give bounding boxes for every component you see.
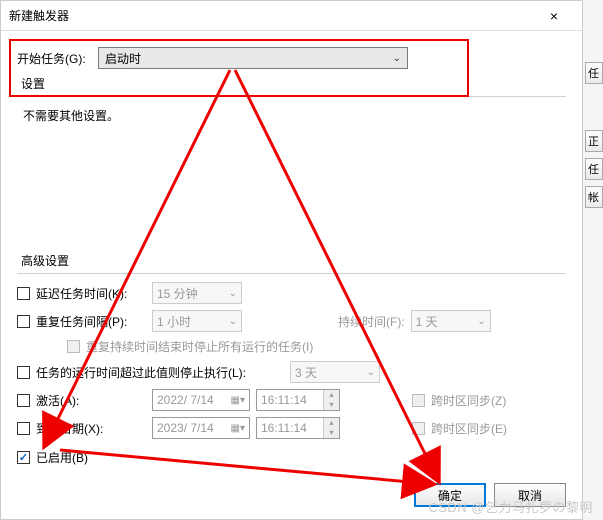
activate-tz-label: 跨时区同步(Z) [431, 392, 506, 409]
expire-label[interactable]: 到期日期(X): [36, 420, 146, 437]
start-task-label: 开始任务(G): [17, 50, 92, 67]
spin-up-icon[interactable]: ▴ [324, 418, 339, 428]
chevron-down-icon: ⌄ [229, 288, 237, 299]
close-icon: × [550, 8, 558, 24]
repeat-interval-value: 1 小时 [157, 313, 191, 330]
activate-time-value: 16:11:14 [257, 393, 323, 407]
chevron-down-icon: ⌄ [229, 316, 237, 327]
duration-value: 1 天 [416, 313, 438, 330]
calendar-icon: ▦▾ [231, 423, 245, 434]
stop-all-checkbox [67, 340, 80, 353]
chevron-down-icon: ⌄ [367, 367, 375, 378]
expire-tz-checkbox [412, 422, 425, 435]
spin-up-icon[interactable]: ▴ [324, 390, 339, 400]
dialog-content: 开始任务(G): 启动时 ⌄ 设置 不需要其他设置。 高级设置 延迟任务时间(K… [1, 31, 582, 519]
ok-button-label: 确定 [438, 487, 462, 504]
repeat-interval-combo[interactable]: 1 小时 ⌄ [152, 310, 242, 332]
activate-time[interactable]: 16:11:14 ▴▾ [256, 389, 340, 411]
settings-divider [17, 96, 566, 97]
delay-label[interactable]: 延迟任务时间(K): [36, 285, 146, 302]
expire-time[interactable]: 16:11:14 ▴▾ [256, 417, 340, 439]
expire-tz-label: 跨时区同步(E) [431, 420, 507, 437]
chevron-down-icon: ⌄ [393, 53, 401, 64]
stop-all-label: 重复持续时间结束时停止所有运行的任务(I) [86, 338, 313, 355]
chevron-down-icon: ⌄ [477, 316, 485, 327]
titlebar: 新建触发器 × [1, 1, 582, 31]
settings-message: 不需要其他设置。 [23, 107, 566, 124]
activate-label[interactable]: 激活(A): [36, 392, 146, 409]
stop-after-combo[interactable]: 3 天 ⌄ [290, 361, 380, 383]
stop-after-checkbox[interactable] [17, 366, 30, 379]
delay-combo[interactable]: 15 分钟 ⌄ [152, 282, 242, 304]
expire-date[interactable]: 2023/ 7/14 ▦▾ [152, 417, 250, 439]
repeat-label[interactable]: 重复任务间隔(P): [36, 313, 146, 330]
duration-label: 持续时间(F): [338, 313, 405, 330]
background-button: 任 [585, 62, 603, 84]
expire-checkbox[interactable] [17, 422, 30, 435]
calendar-icon: ▦▾ [231, 395, 245, 406]
advanced-divider [17, 273, 566, 274]
duration-combo[interactable]: 1 天 ⌄ [411, 310, 491, 332]
background-button: 任 [585, 158, 603, 180]
background-button: 正 [585, 130, 603, 152]
activate-tz-checkbox [412, 394, 425, 407]
start-task-value: 启动时 [105, 50, 141, 67]
dialog-footer: 确定 取消 [414, 483, 566, 507]
settings-heading: 设置 [21, 75, 566, 92]
enabled-checkbox[interactable] [17, 451, 30, 464]
start-task-combo[interactable]: 启动时 ⌄ [98, 47, 408, 69]
spin-down-icon[interactable]: ▾ [324, 428, 339, 438]
ok-button[interactable]: 确定 [414, 483, 486, 507]
delay-value: 15 分钟 [157, 285, 198, 302]
repeat-checkbox[interactable] [17, 315, 30, 328]
enabled-label[interactable]: 已启用(B) [36, 449, 88, 466]
spin-down-icon[interactable]: ▾ [324, 400, 339, 410]
expire-date-value: 2023/ 7/14 [157, 421, 214, 435]
activate-date-value: 2022/ 7/14 [157, 393, 214, 407]
delay-checkbox[interactable] [17, 287, 30, 300]
background-button: 帐 [585, 186, 603, 208]
stop-after-label[interactable]: 任务的运行时间超过此值则停止执行(L): [36, 364, 284, 381]
stop-after-value: 3 天 [295, 364, 317, 381]
activate-date[interactable]: 2022/ 7/14 ▦▾ [152, 389, 250, 411]
activate-checkbox[interactable] [17, 394, 30, 407]
close-button[interactable]: × [534, 2, 574, 30]
expire-time-value: 16:11:14 [257, 421, 323, 435]
dialog-title: 新建触发器 [9, 7, 534, 24]
advanced-heading: 高级设置 [21, 252, 566, 269]
cancel-button-label: 取消 [518, 487, 542, 504]
cancel-button[interactable]: 取消 [494, 483, 566, 507]
new-trigger-dialog: 新建触发器 × 开始任务(G): 启动时 ⌄ 设置 不需要其他设置。 高级设置 … [0, 0, 583, 520]
